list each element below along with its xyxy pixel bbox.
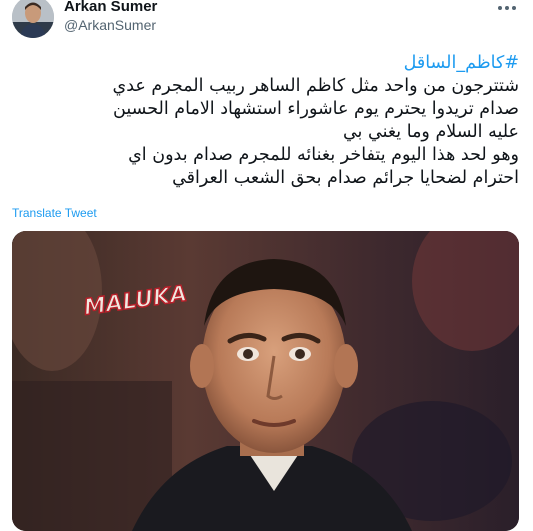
author-avatar[interactable] bbox=[12, 0, 54, 38]
tweet-line: شتترجون من واحد مثل كاظم الساهر ربيب الم… bbox=[112, 76, 519, 96]
tweet-line: عليه السلام وما يغني بي bbox=[342, 122, 519, 142]
tv-interview-photo: MALUKA bbox=[12, 231, 519, 531]
translate-tweet-link[interactable]: Translate Tweet bbox=[12, 206, 97, 220]
tweet-line: صدام تريدوا يحترم يوم عاشوراء استشهاد ال… bbox=[113, 99, 519, 119]
user-avatar-icon bbox=[12, 0, 54, 38]
more-options-icon[interactable] bbox=[495, 0, 519, 16]
tweet-line: وهو لحد هذا اليوم يتفاخر بغنائه للمجرم ص… bbox=[128, 145, 519, 165]
author-handle[interactable]: @ArkanSumer bbox=[64, 16, 157, 34]
tweet-text: #كاظم_الساقل شتترجون من واحد مثل كاظم ال… bbox=[12, 52, 519, 190]
hashtag-link[interactable]: #كاظم_الساقل bbox=[12, 52, 519, 75]
author-display-name[interactable]: Arkan Sumer bbox=[64, 0, 157, 16]
tweet-media-image[interactable]: MALUKA bbox=[12, 231, 519, 531]
tweet-line: احترام لضحايا جرائم صدام بحق الشعب العرا… bbox=[172, 168, 519, 188]
